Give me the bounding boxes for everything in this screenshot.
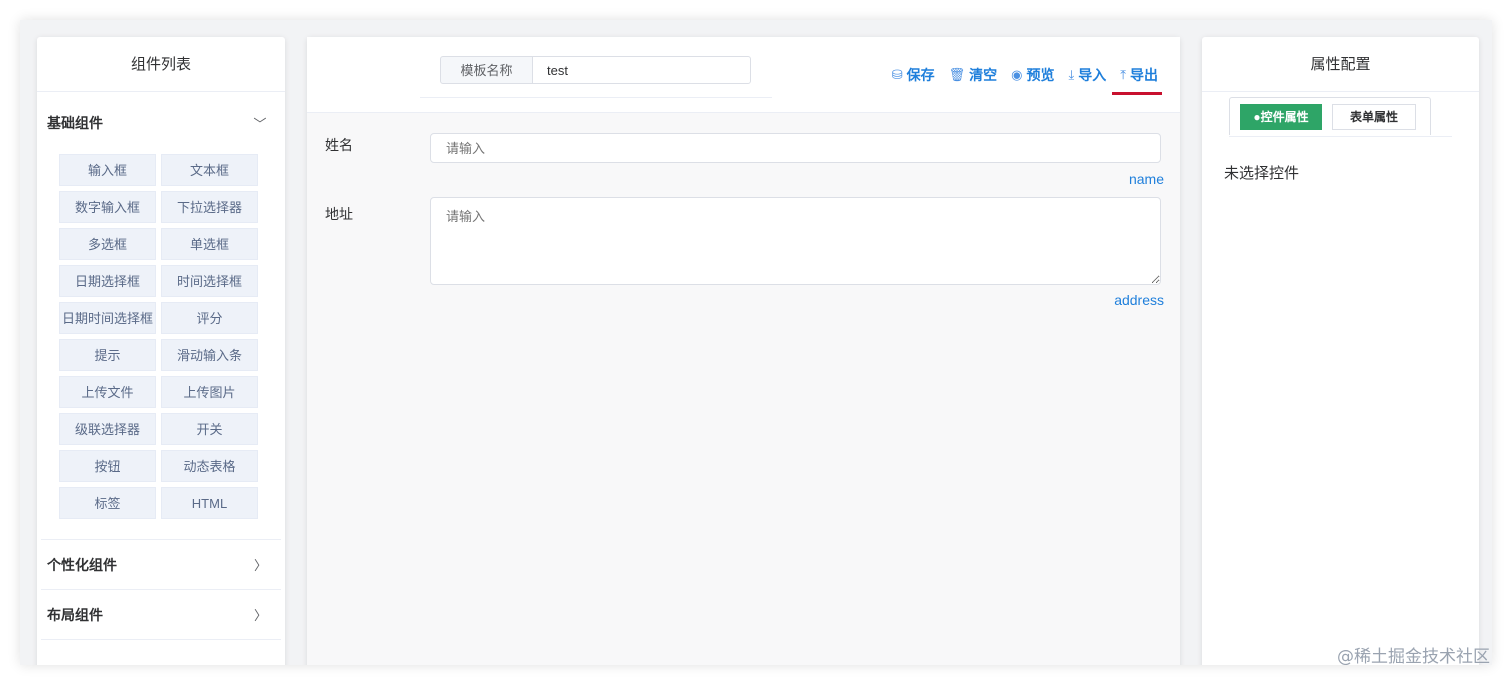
form-row-name[interactable]: 姓名 name — [307, 133, 1180, 193]
component-item-number-input[interactable]: 数字输入框 — [59, 191, 156, 223]
component-item-dynamic-table[interactable]: 动态表格 — [161, 450, 258, 482]
upload-icon: ⤒ — [1120, 67, 1126, 82]
export-button-label: 导出 — [1130, 67, 1158, 83]
group-layout-label: 布局组件 — [47, 606, 103, 623]
group-basic-label: 基础组件 — [47, 115, 103, 131]
database-icon: ⛁ — [891, 67, 903, 82]
clear-button[interactable]: 🗑︎ 清空 — [949, 65, 998, 85]
form-row-address[interactable]: 地址 address — [307, 197, 1180, 317]
group-layout-header[interactable]: 布局组件 〉 — [41, 590, 281, 640]
chevron-right-icon: 〉 — [253, 608, 267, 623]
component-item-checkbox[interactable]: 多选框 — [59, 228, 156, 260]
component-item-upload-file[interactable]: 上传文件 — [59, 376, 156, 408]
property-config-panel: 属性配置 ●控件属性 表单属性 未选择控件 — [1202, 37, 1479, 665]
component-item-tag[interactable]: 标签 — [59, 487, 156, 519]
clear-button-label: 清空 — [969, 67, 998, 83]
field-key-address: address — [1114, 292, 1164, 308]
field-label-address: 地址 — [325, 206, 353, 222]
property-tabs-box: ●控件属性 表单属性 — [1229, 97, 1431, 135]
tab-form-properties[interactable]: 表单属性 — [1332, 104, 1416, 130]
template-name-input[interactable] — [532, 56, 751, 84]
chevron-down-icon: 〉 — [251, 116, 267, 130]
save-button-label: 保存 — [906, 67, 935, 83]
group-custom-header[interactable]: 个性化组件 〉 — [41, 540, 281, 590]
app-window: 组件列表 基础组件 〉 输入框 文本框 数字输入框 下拉选择器 多选框 单选框 … — [20, 20, 1492, 665]
preview-button-label: 预览 — [1026, 67, 1055, 83]
basic-component-grid: 输入框 文本框 数字输入框 下拉选择器 多选框 单选框 日期选择框 时间选择框 … — [41, 148, 281, 540]
field-key-name: name — [1128, 171, 1164, 187]
component-item-slider[interactable]: 滑动输入条 — [161, 339, 258, 371]
component-item-radio[interactable]: 单选框 — [161, 228, 258, 260]
component-item-input[interactable]: 输入框 — [59, 154, 156, 186]
component-item-upload-image[interactable]: 上传图片 — [161, 376, 258, 408]
component-list-title: 组件列表 — [37, 37, 285, 92]
group-custom-label: 个性化组件 — [47, 556, 117, 573]
component-item-cascader[interactable]: 级联选择器 — [59, 413, 156, 445]
group-basic-header[interactable]: 基础组件 〉 — [41, 98, 281, 148]
address-textarea[interactable] — [430, 197, 1161, 285]
save-button[interactable]: ⛁ 保存 — [892, 65, 935, 85]
toolbar-actions: ⛁ 保存 🗑︎ 清空 ◉ 预览 ⤓ 导入 ⤒ 导出 — [878, 65, 1162, 95]
no-control-selected-message: 未选择控件 — [1224, 165, 1300, 182]
template-name-label: 模板名称 — [440, 56, 533, 84]
component-item-textarea[interactable]: 文本框 — [161, 154, 258, 186]
component-item-button[interactable]: 按钮 — [59, 450, 156, 482]
property-config-title: 属性配置 — [1202, 37, 1479, 92]
export-button[interactable]: ⤒ 导出 — [1112, 65, 1162, 95]
component-item-alert[interactable]: 提示 — [59, 339, 156, 371]
form-canvas: 姓名 name 地址 address — [307, 113, 1180, 308]
component-item-date-picker[interactable]: 日期选择框 — [59, 265, 156, 297]
component-list-panel: 组件列表 基础组件 〉 输入框 文本框 数字输入框 下拉选择器 多选框 单选框 … — [37, 37, 285, 665]
eye-icon: ◉ — [1011, 67, 1023, 82]
tab-control-properties[interactable]: ●控件属性 — [1240, 104, 1322, 130]
field-label-name: 姓名 — [325, 137, 353, 153]
component-item-rate[interactable]: 评分 — [161, 302, 258, 334]
download-icon: ⤓ — [1068, 67, 1075, 82]
component-item-datetime-picker[interactable]: 日期时间选择框 — [59, 302, 156, 334]
component-item-html[interactable]: HTML — [161, 487, 258, 519]
preview-button[interactable]: ◉ 预览 — [1011, 65, 1054, 85]
import-button[interactable]: ⤓ 导入 — [1069, 65, 1107, 85]
property-tabs: ●控件属性 表单属性 — [1229, 97, 1452, 137]
chevron-right-icon: 〉 — [253, 558, 267, 573]
trash-icon: 🗑︎ — [948, 67, 966, 82]
component-item-switch[interactable]: 开关 — [161, 413, 258, 445]
component-item-time-picker[interactable]: 时间选择框 — [161, 265, 258, 297]
template-name-group: 模板名称 — [420, 56, 772, 98]
toolbar: 模板名称 ⛁ 保存 🗑︎ 清空 ◉ 预览 ⤓ 导入 — [307, 37, 1180, 113]
import-button-label: 导入 — [1078, 67, 1107, 83]
component-item-select[interactable]: 下拉选择器 — [161, 191, 258, 223]
name-input[interactable] — [430, 133, 1161, 163]
watermark: @稀土掘金技术社区 — [1337, 647, 1490, 667]
form-design-panel: 模板名称 ⛁ 保存 🗑︎ 清空 ◉ 预览 ⤓ 导入 — [307, 37, 1180, 665]
